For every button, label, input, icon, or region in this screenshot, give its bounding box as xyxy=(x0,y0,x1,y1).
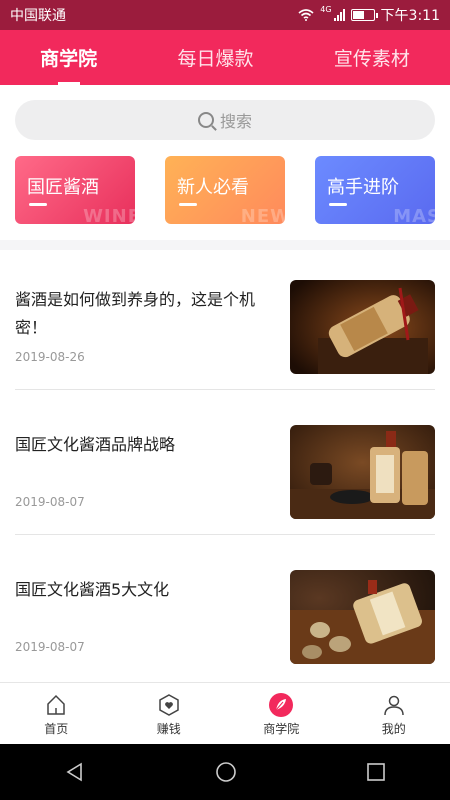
network-type: 4G xyxy=(320,5,332,14)
tab-promo-materials[interactable]: 宣传素材 xyxy=(326,30,418,85)
battery-icon xyxy=(350,9,378,21)
wifi-icon xyxy=(298,9,314,21)
article-title: 国匠文化酱酒5大文化 xyxy=(15,580,170,599)
article-item[interactable]: 国匠文化酱酒品牌战略 2019-08-07 xyxy=(15,425,435,535)
home-circle-icon[interactable] xyxy=(215,761,237,783)
search-icon xyxy=(197,112,214,128)
bottom-tab-label: 商学院 xyxy=(263,722,300,736)
status-icons: 4G 下午3:11 xyxy=(298,5,440,25)
article-thumbnail xyxy=(290,280,435,374)
article-item[interactable]: 国匠文化酱酒5大文化 2019-08-07 xyxy=(15,570,435,682)
search-placeholder: 搜索 xyxy=(219,112,252,131)
bottom-tab-label: 首页 xyxy=(44,722,69,736)
bottom-tab-earn[interactable]: 赚钱 xyxy=(129,683,209,744)
article-thumbnail xyxy=(290,570,435,664)
recents-icon[interactable] xyxy=(366,762,386,782)
home-icon xyxy=(43,692,69,718)
tab-business-school[interactable]: 商学院 xyxy=(32,30,105,85)
article-date: 2019-08-26 xyxy=(15,350,85,364)
back-icon[interactable] xyxy=(64,761,86,783)
category-card-advanced[interactable]: 高手进阶 MAS xyxy=(315,156,435,224)
category-watermark: MAS xyxy=(393,206,435,224)
bottom-tab-home[interactable]: 首页 xyxy=(16,683,96,744)
article-item[interactable]: 酱酒是如何做到养身的，这是个机密！ 2019-08-26 xyxy=(15,280,435,390)
category-cards: 国匠酱酒 WINE 新人必看 NEW 高手进阶 MAS xyxy=(15,156,435,224)
heart-hex-icon xyxy=(156,692,182,718)
top-tab-bar: 商学院 每日爆款 宣传素材 xyxy=(0,30,450,85)
article-title: 国匠文化酱酒品牌战略 xyxy=(15,435,176,454)
category-underline xyxy=(29,203,47,206)
bottom-tab-label: 赚钱 xyxy=(156,722,181,736)
category-card-newcomer[interactable]: 新人必看 NEW xyxy=(165,156,285,224)
signal-icon xyxy=(333,9,345,21)
search-input[interactable]: 搜索 xyxy=(15,100,435,140)
bottom-tab-label: 我的 xyxy=(381,722,406,736)
category-watermark: WINE xyxy=(83,206,135,224)
section-divider xyxy=(0,240,450,250)
category-watermark: NEW xyxy=(240,206,285,224)
category-underline xyxy=(329,203,347,206)
category-underline xyxy=(179,203,197,206)
tab-label: 宣传素材 xyxy=(333,48,410,70)
bottom-tab-mine[interactable]: 我的 xyxy=(354,683,434,744)
bottom-tab-bar: 首页 赚钱 商学院 我的 xyxy=(0,682,450,744)
category-label: 国匠酱酒 xyxy=(27,177,99,198)
bottom-tab-business-school[interactable]: 商学院 xyxy=(241,683,321,744)
category-label: 高手进阶 xyxy=(327,177,399,198)
category-card-guojiang[interactable]: 国匠酱酒 WINE xyxy=(15,156,135,224)
tab-daily-hits[interactable]: 每日爆款 xyxy=(169,30,261,85)
article-date: 2019-08-07 xyxy=(15,640,85,654)
article-thumbnail xyxy=(290,425,435,519)
article-date: 2019-08-07 xyxy=(15,495,85,509)
status-bar: 中国联通 4G 下午3:11 xyxy=(0,0,450,30)
system-navigation-bar xyxy=(0,744,450,800)
leaf-icon xyxy=(268,692,294,718)
article-title: 酱酒是如何做到养身的，这是个机密！ xyxy=(15,290,256,337)
category-label: 新人必看 xyxy=(177,177,249,198)
clock: 下午3:11 xyxy=(380,8,440,24)
user-icon xyxy=(381,692,407,718)
tab-label: 每日爆款 xyxy=(177,48,254,70)
carrier-label: 中国联通 xyxy=(10,8,66,24)
tab-label: 商学院 xyxy=(40,48,98,70)
